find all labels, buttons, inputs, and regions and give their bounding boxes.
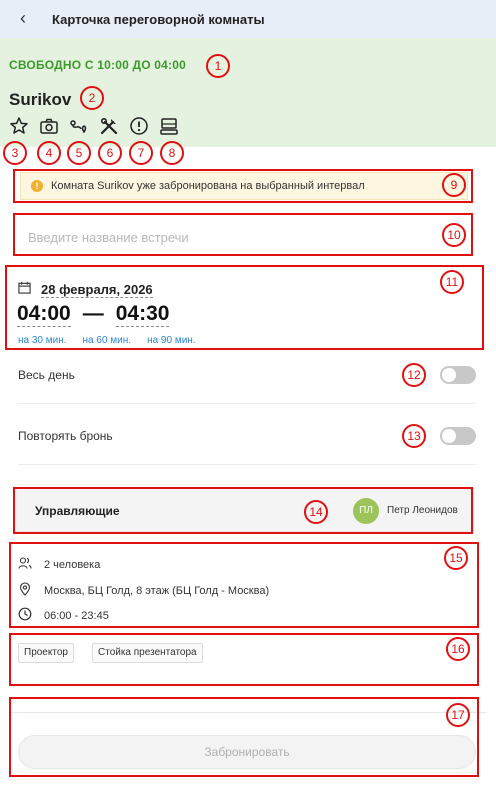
star-icon[interactable] [9, 116, 29, 136]
annotation-badge: 7 [129, 141, 153, 165]
divider [18, 403, 476, 404]
annotation-box [13, 213, 473, 256]
room-name: Surikov [9, 90, 72, 109]
workstation-icon[interactable] [159, 116, 179, 136]
annotation-box [9, 542, 479, 628]
annotation-badge: 6 [98, 141, 122, 165]
all-day-toggle[interactable] [440, 366, 476, 384]
annotation-box [5, 265, 484, 350]
annotation-box [13, 487, 473, 534]
repeat-toggle[interactable] [440, 427, 476, 445]
annotation-badge: 12 [402, 363, 426, 387]
page-title: Карточка переговорной комнаты [52, 12, 265, 27]
route-icon[interactable] [69, 116, 89, 136]
annotation-badge: 16 [446, 637, 470, 661]
annotation-badge: 2 [80, 86, 104, 110]
annotation-badge: 4 [37, 141, 61, 165]
availability-status: СВОБОДНО С 10:00 ДО 04:00 [9, 58, 186, 72]
all-day-label: Весь день [18, 368, 75, 382]
tools-icon[interactable] [99, 116, 119, 136]
annotation-badge: 8 [160, 141, 184, 165]
annotation-badge: 5 [67, 141, 91, 165]
annotation-badge: 3 [3, 141, 27, 165]
annotation-badge: 11 [440, 270, 464, 294]
annotation-badge: 13 [402, 424, 426, 448]
annotation-badge: 14 [304, 500, 328, 524]
repeat-label: Повторять бронь [18, 429, 113, 443]
divider [18, 464, 476, 465]
annotation-box [9, 633, 479, 686]
annotation-box [9, 697, 479, 777]
room-icons-row [9, 116, 179, 136]
annotation-badge: 9 [442, 173, 466, 197]
annotation-badge: 1 [206, 54, 230, 78]
room-panel: СВОБОДНО С 10:00 ДО 04:00 Surikov [0, 38, 496, 147]
annotation-badge: 15 [444, 546, 468, 570]
annotation-badge: 10 [442, 223, 466, 247]
annotation-box [13, 169, 473, 203]
camera-icon[interactable] [39, 116, 59, 136]
app-header: ‹ Карточка переговорной комнаты [0, 0, 496, 38]
chevron-left-icon[interactable]: ‹ [20, 9, 26, 27]
annotation-badge: 17 [446, 703, 470, 727]
alert-icon[interactable] [129, 116, 149, 136]
